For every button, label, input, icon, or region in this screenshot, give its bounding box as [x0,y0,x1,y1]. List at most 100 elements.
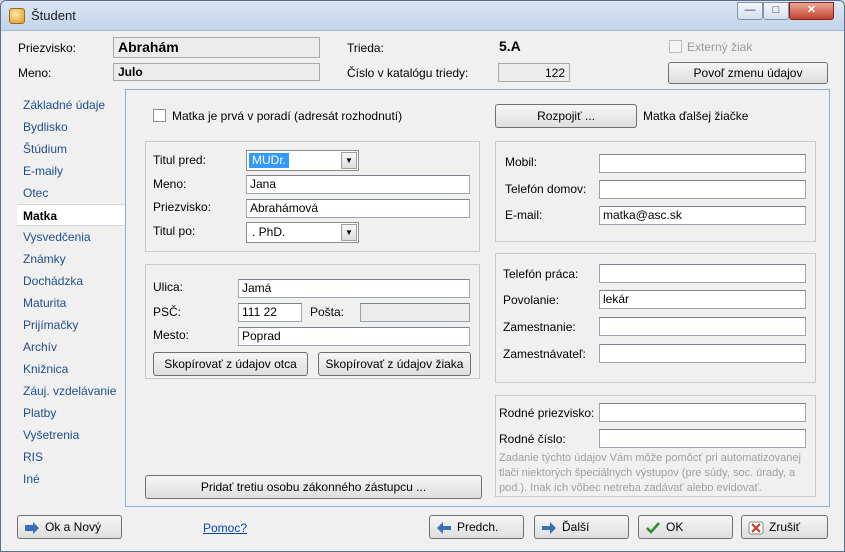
employer-input[interactable] [599,344,806,363]
sidebar-item[interactable]: Dochádzka [17,270,126,292]
title-after-label: Titul po: [153,224,196,238]
sidebar-item[interactable]: Otec [17,182,126,204]
birth-data-hint: Zadanie týchto údajov Vám môže pomôcť pr… [499,452,801,494]
street-input[interactable]: Jamá [238,279,470,298]
name-field: Julo [113,63,320,81]
name-label: Meno: [18,66,52,80]
sidebar-item[interactable]: Prijímačky [17,314,126,336]
allow-edit-button[interactable]: Povoľ zmenu údajov [668,62,828,84]
split-note: Matka ďalšej žiačke [643,109,749,123]
chevron-down-icon[interactable]: ▼ [341,152,357,169]
close-button[interactable]: ✕ [789,2,834,20]
copy-father-button[interactable]: Skopírovať z údajov otca [153,352,308,376]
next-button[interactable]: Ďalší [534,515,629,539]
ok-new-button[interactable]: Ok a Nový [17,515,122,539]
minimize-button[interactable]: — [737,2,763,20]
employment-label: Zamestnanie: [503,320,576,334]
sidebar-item[interactable]: E-maily [17,160,126,182]
occupation-label: Povolanie: [503,293,560,307]
student-window: Študent — □ ✕ Priezvisko: Abrahám Meno: … [0,0,845,552]
ok-button[interactable]: OK [638,515,733,539]
sidebar-item[interactable]: Iné [17,468,126,490]
title-before-value: MUDr. [249,153,289,168]
client-area: Priezvisko: Abrahám Meno: Julo Trieda: 5… [2,31,844,551]
birth-surname-input[interactable] [599,403,806,422]
sidebar-item[interactable]: Maturita [17,292,126,314]
add-guardian-button[interactable]: Pridať tretiu osobu zákonného zástupcu .… [145,475,482,499]
sidebar-item[interactable]: Knižnica [17,358,126,380]
post-input[interactable] [360,303,470,322]
class-value: 5.A [499,38,521,54]
zip-label: PSČ: [153,305,182,319]
first-name-input[interactable]: Jana [246,175,470,194]
email-input[interactable]: matka@asc.sk [599,206,806,225]
cancel-label: Zrušiť [769,520,801,534]
title-after-select[interactable]: . PhD. ▼ [246,222,359,243]
mobile-label: Mobil: [505,155,538,169]
sidebar-item[interactable]: Štúdium [17,138,126,160]
sidebar-item[interactable]: Vysvedčenia [17,226,126,248]
title-before-label: Titul pred: [153,153,206,167]
home-phone-label: Telefón domov: [505,182,587,196]
home-phone-input[interactable] [599,180,806,199]
sidebar-item[interactable]: Platby [17,402,126,424]
arrow-left-icon [437,521,451,534]
mother-surname-input[interactable]: Abrahámová [246,199,470,218]
split-button[interactable]: Rozpojiť ... [495,104,637,128]
birth-surname-label: Rodné priezvisko: [499,406,595,420]
maximize-button[interactable]: □ [763,2,789,20]
sidebar-item[interactable]: RIS [17,446,126,468]
section-nav: Základné údaje Bydlisko Štúdium E-maily Otec… [17,89,127,507]
check-icon [646,521,660,534]
work-phone-label: Telefón práca: [503,267,579,281]
external-checkbox[interactable] [669,40,682,53]
sidebar-item[interactable]: Známky [17,248,126,270]
sidebar-item[interactable]: Záuj. vzdelávanie [17,380,126,402]
email-label: E-mail: [505,208,543,222]
mobile-input[interactable] [599,154,806,173]
first-recipient-checkbox[interactable] [153,109,166,122]
surname-label: Priezvisko: [18,41,77,55]
sidebar-item[interactable]: Vyšetrenia [17,424,126,446]
arrow-right-icon [25,521,39,534]
sidebar-item[interactable]: Základné údaje [17,94,126,116]
title-before-select[interactable]: MUDr. ▼ [246,150,359,171]
title-bar[interactable]: Študent — □ ✕ [1,1,844,31]
title-after-value: . PhD. [252,225,286,239]
cancel-button[interactable]: Zrušiť [741,515,828,539]
birth-number-input[interactable] [599,429,806,448]
surname-field: Abrahám [113,37,320,58]
first-recipient-label: Matka je prvá v poradí (adresát rozhodnu… [172,109,403,123]
mother-surname-label: Priezvisko: [153,200,212,214]
catalog-field: 122 [498,63,570,82]
city-input[interactable]: Poprad [238,327,470,346]
street-label: Ulica: [153,280,184,294]
first-name-label: Meno: [153,177,187,191]
help-link[interactable]: Pomoc? [203,521,247,535]
catalog-label: Číslo v katalógu triedy: [347,66,469,80]
employer-label: Zamestnávateľ: [503,347,586,361]
copy-student-button[interactable]: Skopírovať z údajov žiaka [318,352,471,376]
birth-number-label: Rodné číslo: [499,432,566,446]
occupation-input[interactable]: lekár [599,290,806,309]
work-phone-input[interactable] [599,264,806,283]
zip-input[interactable]: 111 22 [238,303,302,322]
prev-button[interactable]: Predch. [429,515,524,539]
prev-label: Predch. [457,520,499,534]
next-label: Ďalší [562,520,590,534]
sidebar-item[interactable]: Matka [17,204,127,226]
sidebar-item[interactable]: Bydlisko [17,116,126,138]
app-icon [9,8,25,24]
external-label: Externý žiak [687,40,753,54]
class-label: Trieda: [347,41,384,55]
ok-label: OK [666,520,684,534]
post-label: Pošta: [310,305,345,319]
ok-new-label: Ok a Nový [45,520,102,534]
employment-input[interactable] [599,317,806,336]
cancel-icon [748,521,764,535]
chevron-down-icon[interactable]: ▼ [341,224,357,241]
city-label: Mesto: [153,328,190,342]
window-title: Študent [31,8,76,23]
sidebar-item[interactable]: Archív [17,336,126,358]
arrow-right-icon [542,521,556,534]
